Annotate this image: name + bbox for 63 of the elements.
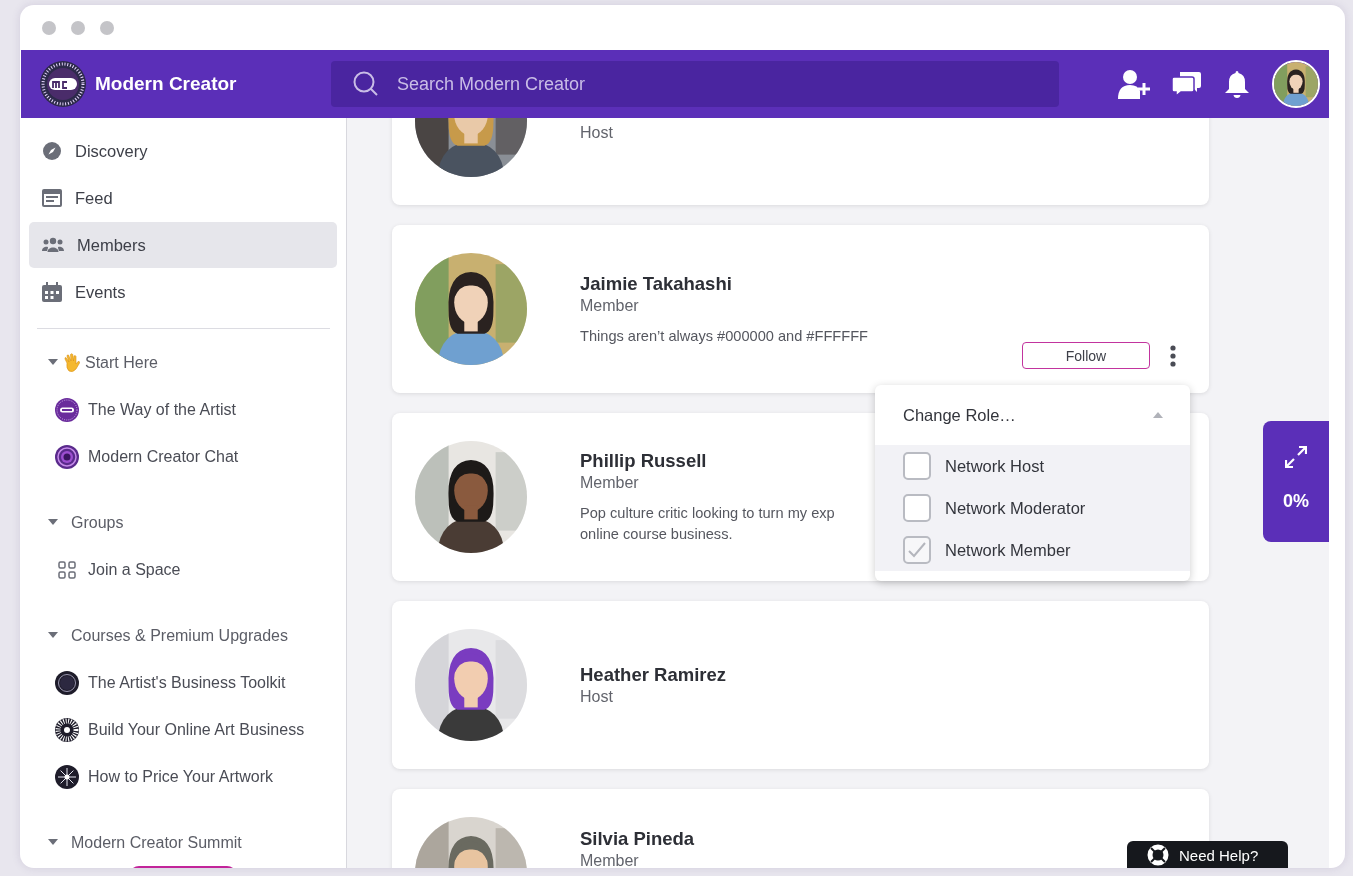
member-name[interactable]: Silvia Pineda: [580, 827, 695, 850]
caret-down-icon[interactable]: [48, 519, 58, 526]
sunburst-icon: [55, 717, 79, 742]
sidebar-item[interactable]: Join a Space: [29, 546, 337, 593]
sidebar-item[interactable]: The Artist's Business Toolkit: [29, 659, 337, 706]
more-options-icon[interactable]: [1170, 345, 1176, 367]
checkbox[interactable]: [903, 536, 931, 564]
member-role: Member: [580, 473, 640, 493]
member-bio: online course business.: [580, 525, 734, 544]
progress-percent: 0%: [1283, 491, 1309, 512]
checkbox[interactable]: [903, 452, 931, 480]
follow-button[interactable]: Follow: [1022, 342, 1150, 369]
section-title[interactable]: Groups: [71, 513, 124, 532]
add-user-icon[interactable]: [1118, 69, 1150, 99]
member-role: Member: [580, 295, 640, 316]
compass-icon: [42, 141, 62, 161]
chat-icon[interactable]: [1172, 70, 1202, 98]
nav-item[interactable]: Discovery: [29, 128, 337, 174]
bell-icon[interactable]: [1224, 70, 1250, 98]
avatar[interactable]: [1272, 60, 1320, 108]
sidebar-item[interactable]: How to Price Your Artwork: [29, 753, 337, 800]
caret-down-icon[interactable]: [48, 632, 58, 639]
waving-hand-icon: [63, 352, 81, 373]
section-title[interactable]: Courses & Premium Upgrades: [71, 626, 288, 645]
sidebar-item[interactable]: Modern Creator Chat: [29, 433, 337, 480]
logo-icon: [55, 397, 79, 422]
caret-down-icon[interactable]: [48, 359, 58, 366]
section-title[interactable]: Modern Creator Summit: [71, 833, 242, 852]
people-icon: [42, 237, 64, 253]
expand-icon[interactable]: [1285, 446, 1307, 468]
starburst-icon: [55, 764, 79, 789]
member-role: Member: [580, 851, 640, 868]
ring-icon: [55, 670, 79, 695]
checkmark-icon: [908, 542, 926, 558]
sidebar-item[interactable]: The Way of the Artist: [29, 386, 337, 433]
member-bio: Pop culture critic looking to turn my exp: [580, 504, 835, 523]
section-title[interactable]: Start Here: [85, 353, 158, 372]
role-option[interactable]: Network Member: [945, 540, 1071, 560]
help-button[interactable]: Need Help?: [1127, 841, 1288, 868]
role-option[interactable]: Network Moderator: [945, 498, 1086, 518]
brand-name: Modern Creator: [95, 73, 238, 95]
sidebar-item[interactable]: Build Your Online Art Business: [29, 706, 337, 753]
member-role: Host: [580, 686, 614, 707]
member-role: Host: [580, 122, 613, 143]
search-field[interactable]: Search Modern Creator: [331, 61, 1059, 107]
member-bio: Things aren’t always #000000 and #FFFFFF: [580, 326, 868, 346]
lifebuoy-icon: [1147, 844, 1169, 866]
checkbox[interactable]: [903, 494, 931, 522]
role-option[interactable]: Network Host: [945, 456, 1045, 476]
member-name[interactable]: Phillip Russell: [580, 449, 835, 472]
calendar-icon: [42, 282, 62, 302]
nav-item[interactable]: Feed: [29, 175, 337, 221]
logo-icon[interactable]: [40, 61, 86, 107]
menu-title[interactable]: Change Role…: [903, 405, 1016, 425]
caret-down-icon[interactable]: [48, 839, 58, 846]
nav-item[interactable]: Events: [29, 269, 337, 315]
grid-icon: [58, 560, 76, 579]
member-name[interactable]: Heather Ramirez: [580, 662, 726, 686]
feed-icon: [42, 189, 62, 207]
nav-item[interactable]: Members: [29, 222, 337, 268]
target-icon: [55, 444, 79, 469]
member-name[interactable]: Jaimie Takahashi: [580, 271, 868, 295]
search-icon: [353, 71, 379, 97]
